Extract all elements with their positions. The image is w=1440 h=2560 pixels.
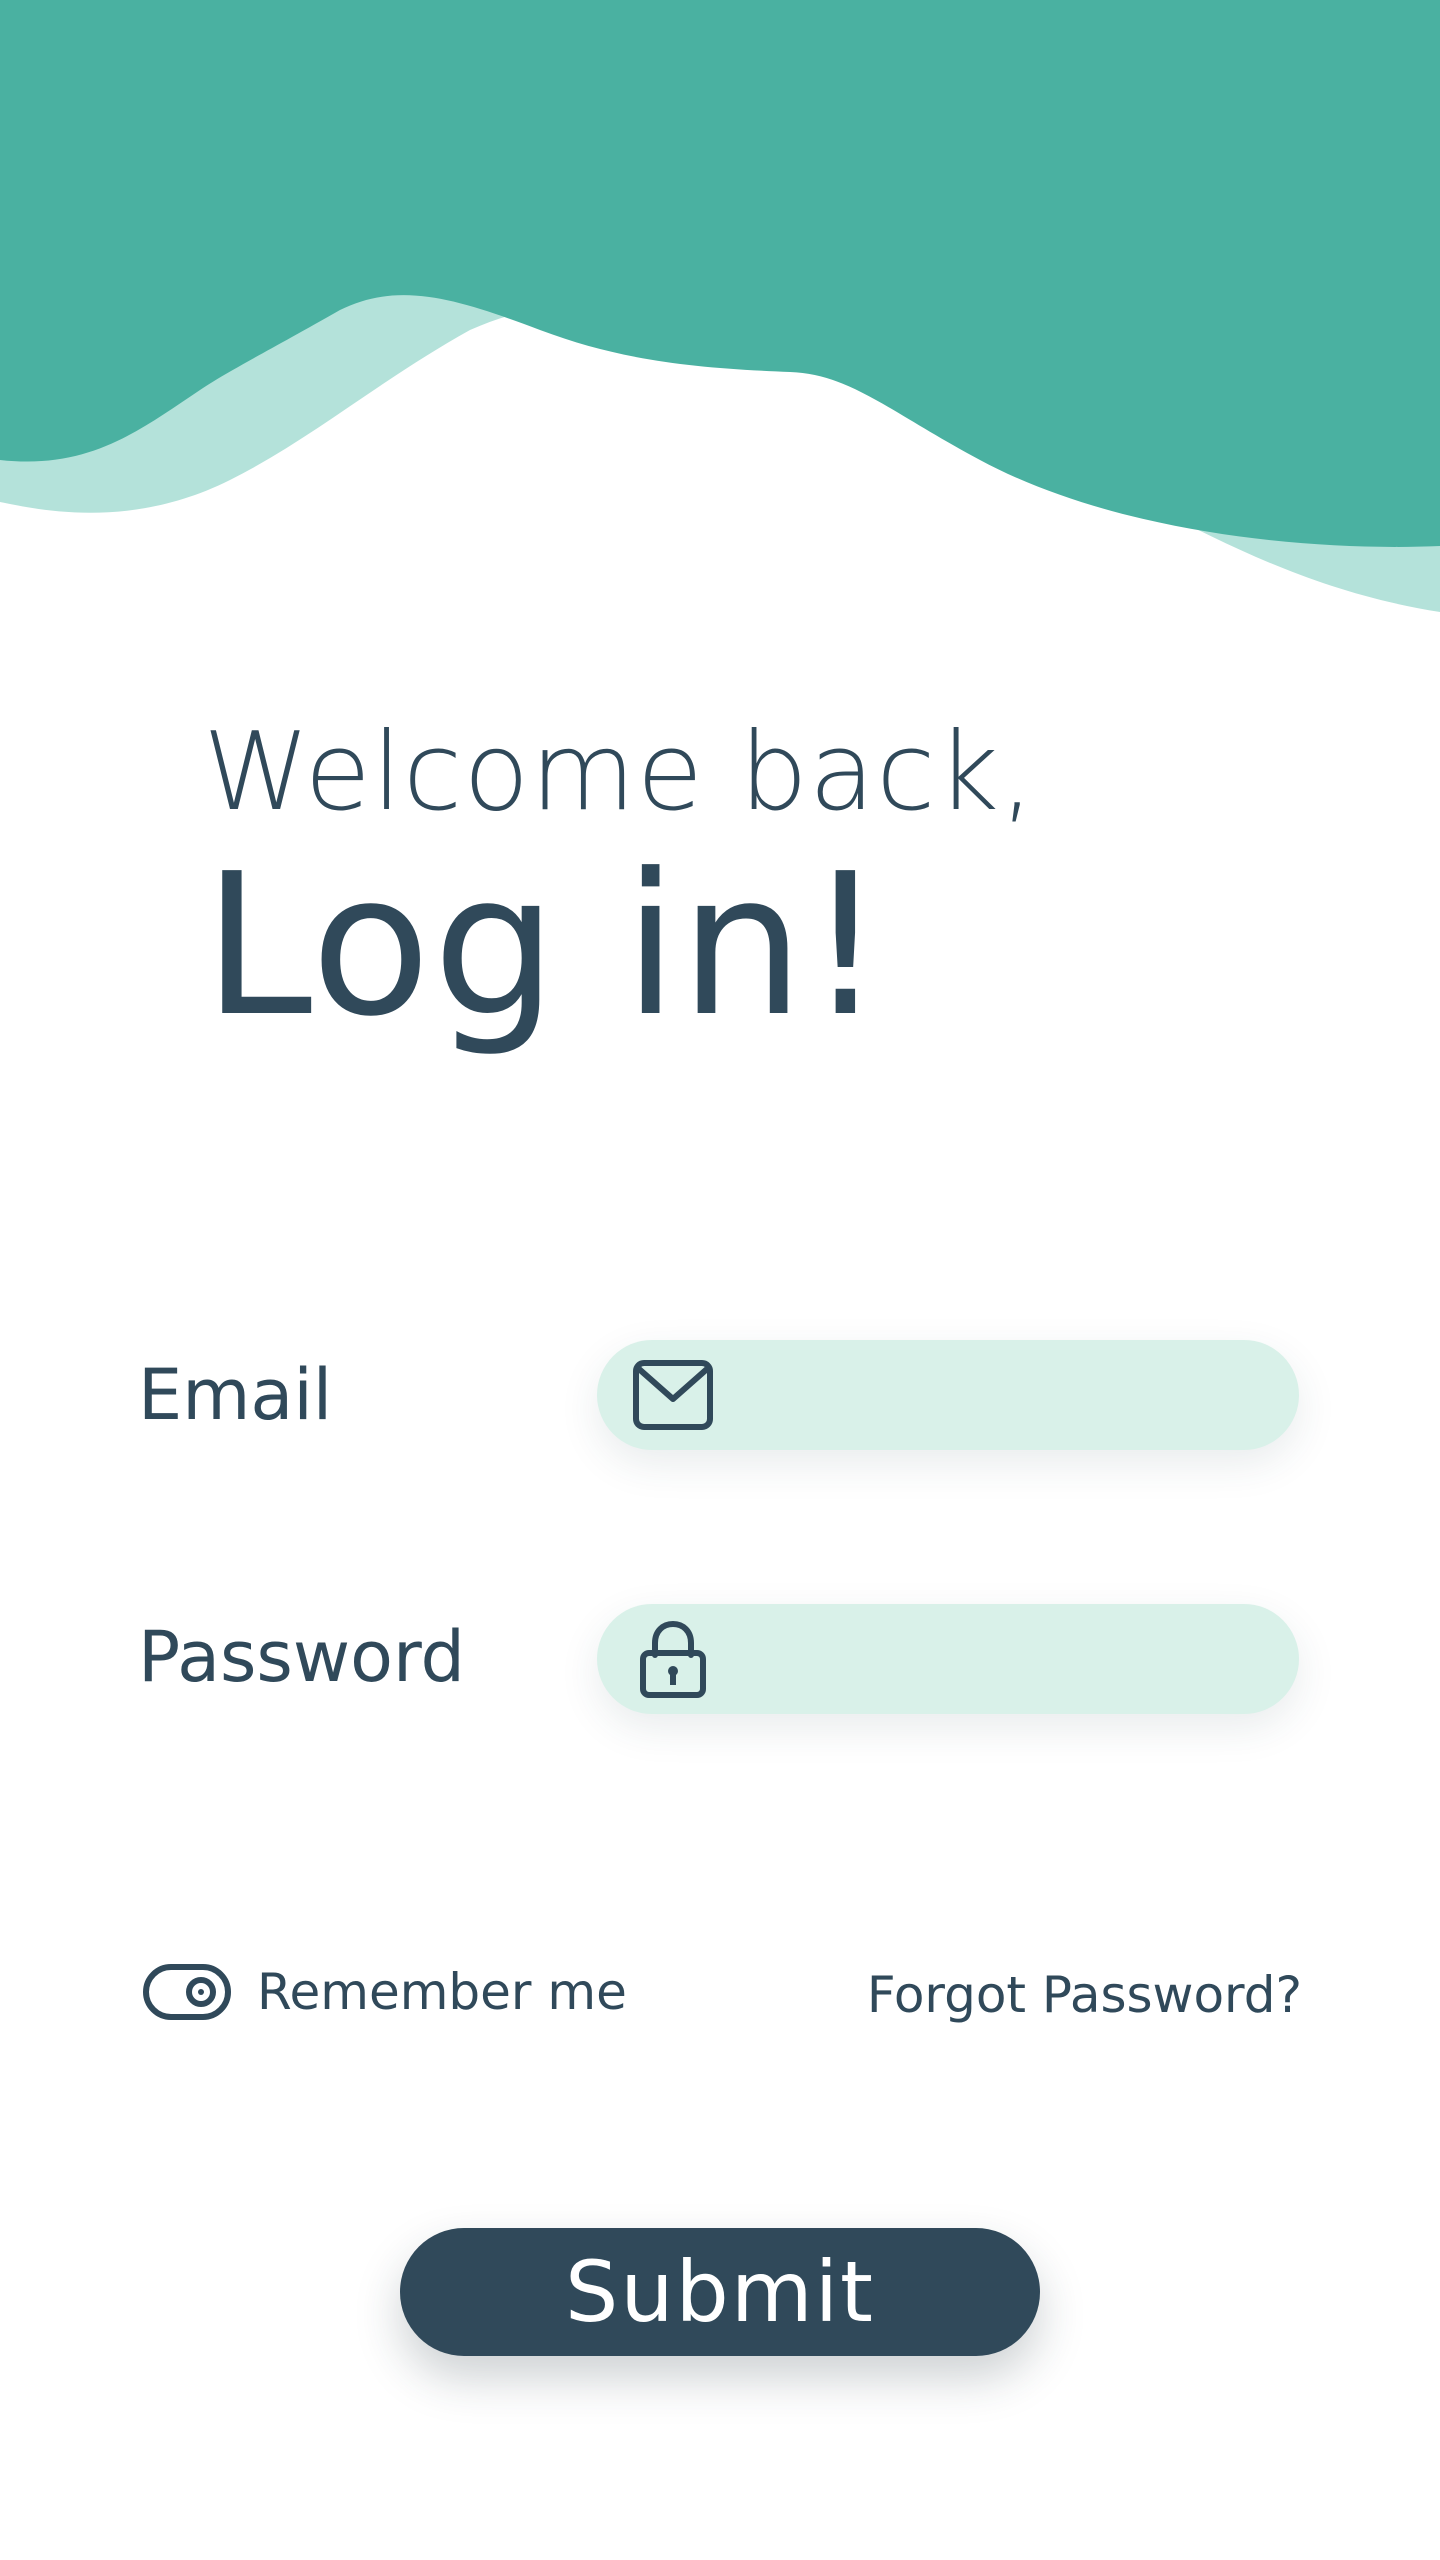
remember-me-label: Remember me: [257, 1963, 627, 2021]
email-input[interactable]: [737, 1340, 1271, 1452]
page-title: Log in!: [203, 832, 887, 1060]
forgot-password-link[interactable]: Forgot Password?: [867, 1966, 1302, 2024]
welcome-subtitle: Welcome back,: [203, 710, 1036, 835]
password-field[interactable]: [597, 1604, 1299, 1716]
toggle-icon[interactable]: [143, 1964, 231, 2020]
email-label: Email: [138, 1354, 333, 1436]
mail-icon: [633, 1355, 713, 1435]
submit-button[interactable]: Submit: [400, 2228, 1040, 2356]
remember-me-toggle[interactable]: Remember me: [143, 1962, 627, 2022]
header-wave-decoration: [0, 0, 1440, 612]
lock-icon: [633, 1619, 713, 1699]
password-input[interactable]: [737, 1604, 1271, 1716]
password-label: Password: [138, 1616, 465, 1698]
email-field[interactable]: [597, 1340, 1299, 1452]
